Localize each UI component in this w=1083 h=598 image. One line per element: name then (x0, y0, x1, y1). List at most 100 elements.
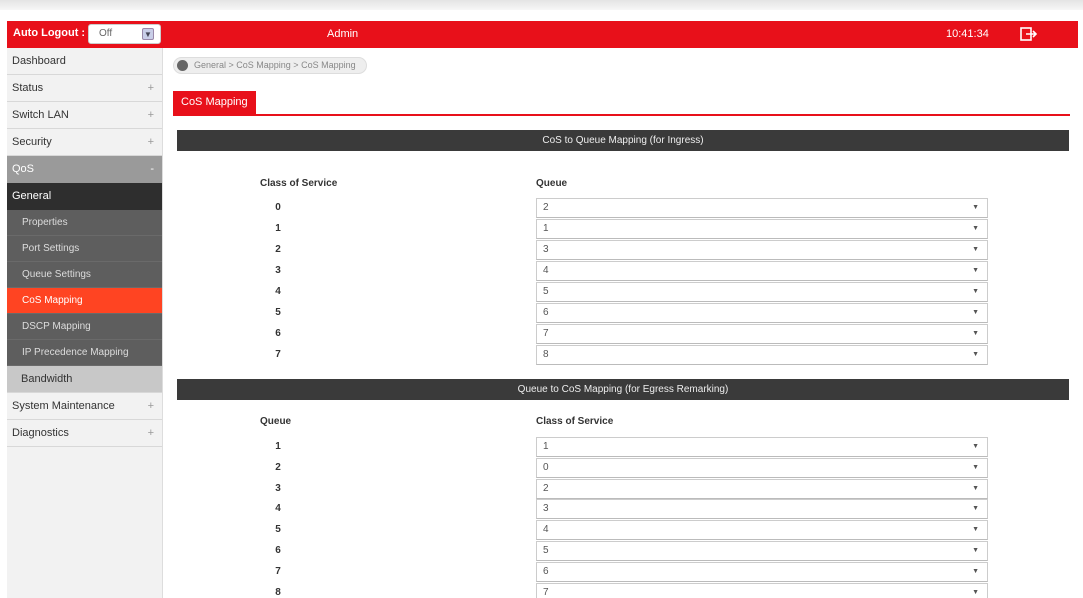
auto-logout-select[interactable]: Off ▼ (88, 24, 161, 44)
egress-row-select-value: 0 (543, 461, 549, 473)
ingress-row-select[interactable]: 7 ▼ (536, 324, 988, 344)
tab-underline (173, 114, 1070, 116)
egress-row-select-value: 6 (543, 565, 549, 577)
sidebar-subitem-port-settings[interactable]: Port Settings (7, 236, 162, 262)
egress-row-select[interactable]: 3 ▼ (536, 499, 988, 520)
ingress-section-title: CoS to Queue Mapping (for Ingress) (177, 130, 1069, 151)
clock: 10:41:34 (946, 28, 989, 40)
chevron-down-icon: ▼ (972, 526, 979, 534)
sidebar: Dashboard Status + Switch LAN + Security + QoS -… (7, 48, 163, 598)
logout-icon[interactable] (1019, 25, 1039, 43)
ingress-row-select[interactable]: 5 ▼ (536, 282, 988, 302)
egress-row-label: 5 (275, 524, 281, 536)
egress-row-label: 6 (275, 545, 281, 556)
sidebar-subitem-properties[interactable]: Properties (7, 210, 162, 236)
egress-col-cos-header: Class of Service (536, 416, 614, 427)
egress-row-label: 4 (275, 503, 281, 515)
sidebar-item-qos[interactable]: QoS - (7, 156, 162, 183)
ingress-row-label: 1 (275, 223, 281, 234)
egress-row-label: 8 (275, 586, 281, 598)
egress-row-select[interactable]: 6 ▼ (536, 561, 988, 582)
ingress-row-select[interactable]: 1 ▼ (536, 219, 988, 239)
tab-cos-mapping[interactable]: CoS Mapping (173, 91, 256, 114)
sidebar-item-security[interactable]: Security + (7, 129, 162, 156)
chevron-down-icon: ▼ (972, 567, 979, 575)
egress-row-select-value: 4 (543, 524, 549, 536)
sidebar-subitem-ip-precedence-mapping[interactable]: IP Precedence Mapping (7, 340, 162, 366)
ingress-row-select[interactable]: 4 ▼ (536, 261, 988, 281)
sidebar-item-label: Dashboard (12, 55, 66, 67)
egress-row-select-value: 2 (543, 482, 549, 494)
ingress-row-select[interactable]: 3 ▼ (536, 240, 988, 260)
sidebar-item-system-maintenance[interactable]: System Maintenance + (7, 393, 162, 420)
breadcrumb: General > CoS Mapping > CoS Mapping (173, 57, 367, 74)
ingress-row-select[interactable]: 2 ▼ (536, 198, 988, 218)
ingress-row-label: 5 (275, 307, 281, 318)
egress-row-select[interactable]: 4 ▼ (536, 520, 988, 541)
chevron-down-icon: ▼ (972, 463, 979, 471)
egress-section-title: Queue to CoS Mapping (for Egress Remarki… (177, 379, 1069, 400)
ingress-row-select[interactable]: 6 ▼ (536, 303, 988, 323)
ingress-row-label: 6 (275, 328, 281, 339)
egress-row-select-value: 7 (543, 586, 549, 598)
sidebar-item-dashboard[interactable]: Dashboard (7, 48, 162, 75)
chevron-down-icon: ▼ (972, 225, 979, 232)
sidebar-item-label: Diagnostics (12, 427, 69, 439)
page: Auto Logout : Off ▼ Admin 10:41:34 Dashb… (0, 0, 1083, 598)
chevron-down-icon: ▼ (972, 443, 979, 450)
sidebar-item-bandwidth[interactable]: Bandwidth (7, 366, 162, 393)
sidebar-item-label: Security (12, 136, 52, 148)
egress-row-select-value: 5 (543, 545, 549, 556)
egress-row-select[interactable]: 7 ▼ (536, 582, 988, 598)
sidebar-item-label: Switch LAN (12, 109, 69, 121)
egress-row-select-value: 3 (543, 503, 549, 515)
egress-row-select[interactable]: 2 ▼ (536, 478, 988, 499)
home-icon (177, 60, 188, 71)
ingress-row-label: 3 (275, 265, 281, 276)
breadcrumb-text: General > CoS Mapping > CoS Mapping (194, 60, 356, 70)
auto-logout-value: Off (99, 28, 113, 39)
egress-row-select[interactable]: 5 ▼ (536, 541, 988, 561)
ingress-row-select-value: 8 (543, 349, 549, 360)
egress-row-select[interactable]: 1 ▼ (536, 437, 988, 457)
sidebar-subitem-dscp-mapping[interactable]: DSCP Mapping (7, 314, 162, 340)
ingress-row-select-value: 1 (543, 223, 549, 234)
ingress-col-cos-header: Class of Service (260, 178, 338, 189)
auto-logout-label: Auto Logout : (13, 27, 86, 39)
user-name: Admin (327, 28, 359, 40)
chevron-down-icon: ▼ (972, 547, 979, 554)
sidebar-item-general[interactable]: General (7, 183, 162, 210)
sidebar-subitem-cos-mapping[interactable]: CoS Mapping (7, 288, 162, 314)
sidebar-subitem-queue-settings[interactable]: Queue Settings (7, 262, 162, 288)
egress-row-label: 7 (275, 565, 281, 577)
ingress-row-select-value: 7 (543, 328, 549, 339)
egress-row-label: 1 (275, 441, 281, 452)
ingress-row-select-value: 3 (543, 244, 549, 255)
sidebar-item-label: System Maintenance (12, 400, 115, 412)
ingress-row-select[interactable]: 8 ▼ (536, 345, 988, 365)
expand-icon: + (147, 400, 154, 412)
top-strip (0, 0, 1083, 10)
chevron-down-icon: ▼ (972, 330, 979, 337)
expand-icon: + (147, 136, 154, 148)
expand-icon: + (147, 427, 154, 439)
egress-row-select[interactable]: 0 ▼ (536, 457, 988, 478)
sidebar-item-diagnostics[interactable]: Diagnostics + (7, 420, 162, 447)
egress-row-label: 2 (275, 461, 281, 473)
sidebar-item-label: QoS (12, 163, 35, 175)
header-bar: Auto Logout : Off ▼ Admin 10:41:34 (7, 21, 1078, 48)
expand-icon: + (147, 82, 154, 94)
ingress-row-select-value: 4 (543, 265, 549, 276)
ingress-row-label: 7 (275, 349, 281, 360)
sidebar-item-switch-lan[interactable]: Switch LAN + (7, 102, 162, 129)
chevron-down-icon: ▼ (972, 505, 979, 513)
egress-col-queue-header: Queue (260, 416, 292, 427)
chevron-down-icon: ▼ (972, 309, 979, 316)
sidebar-item-status[interactable]: Status + (7, 75, 162, 102)
ingress-row-label: 0 (275, 202, 281, 213)
ingress-col-queue-header: Queue (536, 178, 568, 189)
chevron-down-icon: ▼ (972, 484, 979, 492)
ingress-row-label: 2 (275, 244, 281, 255)
ingress-row-select-value: 2 (543, 202, 549, 213)
chevron-down-icon: ▼ (972, 267, 979, 274)
